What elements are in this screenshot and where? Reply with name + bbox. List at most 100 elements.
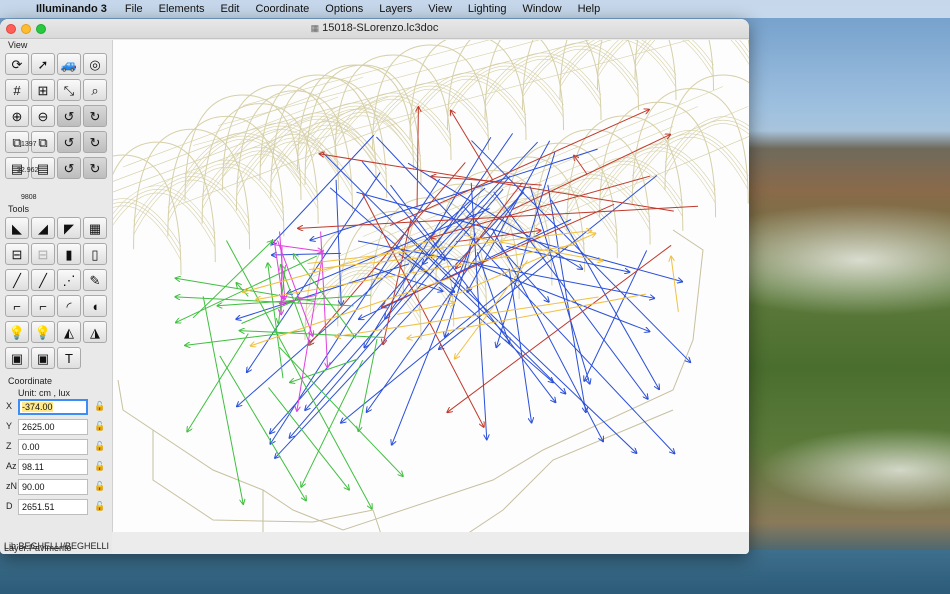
coord-label-d: D [6, 501, 13, 511]
menu-app-name[interactable]: Illuminando 3 [30, 3, 117, 15]
arc-icon[interactable]: ◜ [57, 295, 81, 317]
bulb-b-icon[interactable]: 💡 [31, 321, 55, 343]
coord-row-x: X -374.00 🔓 [0, 399, 112, 415]
window-title: ▦ 15018-SLorenzo.lc3doc [0, 22, 749, 34]
lock-icon[interactable]: 🔓 [94, 401, 105, 412]
menu-elements[interactable]: Elements [151, 3, 213, 15]
grid-bold-icon[interactable]: ⊞ [31, 79, 55, 101]
car-icon[interactable]: 🚙 [57, 53, 81, 75]
coord-zn-field[interactable]: 90.00 [18, 479, 88, 495]
vault-rib [597, 40, 714, 78]
lock-icon[interactable]: 🔓 [94, 501, 105, 512]
scene-drawing[interactable] [113, 40, 749, 532]
line-icon[interactable]: ╱ [5, 269, 29, 291]
text-tool-icon[interactable]: T [57, 347, 81, 369]
coord-row-zn: zN 90.00 🔓 [0, 479, 112, 495]
rotate-view-icon[interactable]: ⟳ [5, 53, 29, 75]
scale-value: 32.962 [17, 167, 39, 174]
line-points-icon[interactable]: ⋰ [57, 269, 81, 291]
menu-options[interactable]: Options [317, 3, 371, 15]
menu-file[interactable]: File [117, 3, 151, 15]
coord-row-d: D 2651.51 🔓 [0, 499, 112, 515]
window-icon[interactable]: ⊟ [5, 243, 29, 265]
curve-fill-icon[interactable]: ◖ [83, 295, 107, 317]
title-bar[interactable]: ▦ 15018-SLorenzo.lc3doc [0, 19, 749, 39]
coord-label-z: Z [6, 441, 12, 451]
status-strip [112, 532, 749, 554]
search-3d-icon[interactable]: ⌕ [83, 79, 107, 101]
green-luminaire-arrow [187, 333, 249, 432]
rotate-y-left-icon[interactable]: ↺ [57, 131, 81, 153]
window-c-icon[interactable]: ▮ [57, 243, 81, 265]
window-b-icon[interactable]: ⊟ [31, 243, 55, 265]
camera-b-icon[interactable]: ▣ [31, 347, 55, 369]
polyline-icon[interactable]: ⌐ [5, 295, 29, 317]
document-window: ▦ 15018-SLorenzo.lc3doc View ⟳ ➚ 🚙 ◎ # ⊞ ⤡ ⌕ ⊕ ⊖ ↺ ↻… [0, 19, 749, 554]
target-icon[interactable]: ◎ [83, 53, 107, 75]
coord-az-field[interactable]: 98.11 [18, 459, 88, 475]
lock-icon[interactable]: 🔓 [94, 481, 105, 492]
bulb-icon[interactable]: 💡 [5, 321, 29, 343]
polyline-b-icon[interactable]: ⌐ [31, 295, 55, 317]
vault-arch [631, 88, 749, 204]
rotate-y-right-icon[interactable]: ↻ [83, 131, 107, 153]
lock-icon[interactable]: 🔓 [94, 441, 105, 452]
green-luminaire-arrow [225, 240, 371, 508]
blue-luminaire-arrow [491, 228, 603, 441]
menu-view[interactable]: View [420, 3, 460, 15]
insert-luminaire-b-icon[interactable]: ◢ [31, 217, 55, 239]
spot-b-icon[interactable]: ◮ [83, 321, 107, 343]
zoom-out-icon[interactable]: ⊖ [31, 105, 55, 127]
floor-outline [262, 490, 264, 532]
spot-icon[interactable]: ◭ [57, 321, 81, 343]
green-luminaire-arrow [268, 387, 349, 490]
coord-label-x: X [6, 401, 13, 411]
rotate-x-left-icon[interactable]: ↺ [57, 105, 81, 127]
grid-icon[interactable]: # [5, 79, 29, 101]
menu-lighting[interactable]: Lighting [460, 3, 515, 15]
vault-longitudinal-line [267, 40, 590, 126]
zoom-value: 1397 [21, 141, 37, 148]
window-d-icon[interactable]: ▯ [83, 243, 107, 265]
green-luminaire-arrow [202, 296, 243, 504]
rotate-x-right-icon[interactable]: ↻ [83, 105, 107, 127]
insert-luminaire-icon[interactable]: ◣ [5, 217, 29, 239]
coord-row-z: Z 0.00 🔓 [0, 439, 112, 455]
window-title-text: 15018-SLorenzo.lc3doc [322, 22, 439, 34]
menu-layers[interactable]: Layers [371, 3, 420, 15]
green-luminaire-arrow [279, 346, 402, 476]
coord-x-field[interactable]: -374.00 [18, 399, 88, 415]
pointer-esc-icon[interactable]: ➚ [31, 53, 55, 75]
green-luminaire-arrow [185, 330, 305, 346]
coord-d-field[interactable]: 2651.51 [18, 499, 88, 515]
axes-icon[interactable]: ⤡ [57, 79, 81, 101]
lock-icon[interactable]: 🔓 [94, 421, 105, 432]
library-status: Lib:BEGHELLI/BEGHELLI [4, 541, 110, 551]
lock-icon[interactable]: 🔓 [94, 461, 105, 472]
vault-rib [632, 137, 749, 190]
menu-help[interactable]: Help [570, 3, 609, 15]
red-luminaire-arrow [417, 107, 418, 208]
rotate-z-right-icon[interactable]: ↻ [83, 157, 107, 179]
coord-label-y: Y [6, 421, 13, 431]
camera-value: 9808 [21, 194, 37, 201]
vault-arch [334, 54, 452, 161]
tools-section-label: Tools [8, 204, 30, 214]
3d-viewport[interactable] [112, 40, 749, 532]
menu-window[interactable]: Window [514, 3, 569, 15]
pencil-icon[interactable]: ✎ [83, 269, 107, 291]
green-luminaire-arrow [219, 355, 306, 501]
menu-edit[interactable]: Edit [213, 3, 248, 15]
menu-coordinate[interactable]: Coordinate [247, 3, 317, 15]
vault-longitudinal-line [147, 96, 389, 188]
rotate-z-left-icon[interactable]: ↺ [57, 157, 81, 179]
coord-label-zn: zN [6, 481, 17, 491]
vault-arch [447, 40, 564, 131]
wall-icon[interactable]: ▦ [83, 217, 107, 239]
coord-z-field[interactable]: 0.00 [18, 439, 88, 455]
luminaire-group-icon[interactable]: ◤ [57, 217, 81, 239]
line-b-icon[interactable]: ╱ [31, 269, 55, 291]
coord-y-field[interactable]: 2625.00 [18, 419, 88, 435]
zoom-in-icon[interactable]: ⊕ [5, 105, 29, 127]
camera-icon[interactable]: ▣ [5, 347, 29, 369]
